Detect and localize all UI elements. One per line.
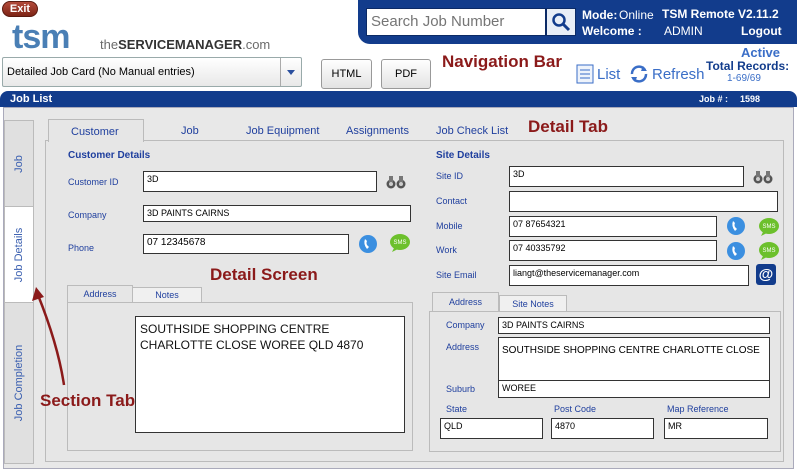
tab-customer[interactable]: Customer <box>48 119 144 142</box>
side-tab-label: Job Details <box>13 227 25 283</box>
search-job-input-wrapper[interactable] <box>366 8 546 36</box>
tab-job-equipment[interactable]: Job Equipment <box>246 125 319 137</box>
site-id-label: Site ID <box>436 171 464 181</box>
site-tab-address[interactable]: Address <box>432 292 499 312</box>
svg-text:SMS: SMS <box>393 240 406 246</box>
customer-details-title: Customer Details <box>68 150 151 161</box>
site-mapref-label: Map Reference <box>667 404 729 414</box>
site-work-label: Work <box>436 245 457 255</box>
site-email-field[interactable]: liangt@theservicemanager.com <box>509 265 749 286</box>
site-mapref-field[interactable]: MR <box>664 418 768 439</box>
site-mobile-label: Mobile <box>436 221 463 231</box>
side-tab-job[interactable]: Job <box>4 120 34 208</box>
customer-company-field[interactable]: 3D PAINTS CAIRNS <box>143 205 411 222</box>
site-id-field[interactable]: 3D <box>509 166 744 187</box>
customer-phone-field[interactable]: 07 12345678 <box>143 234 349 254</box>
annotation-arrow <box>32 287 66 386</box>
site-state-field[interactable]: QLD <box>440 418 543 439</box>
total-records-value: 1-69/69 <box>727 73 761 84</box>
phone-icon[interactable] <box>358 234 378 254</box>
chevron-down-icon[interactable] <box>280 58 301 86</box>
address-line: CHARLOTTE CLOSE WOREE QLD 4870 <box>140 338 364 352</box>
pdf-button[interactable]: PDF <box>381 59 431 89</box>
welcome-user: ADMIN <box>664 24 703 38</box>
site-mobile-field[interactable]: 07 87654321 <box>509 216 717 237</box>
job-number-label: Job # : <box>699 94 729 104</box>
side-tab-label: Job Completion <box>13 344 25 422</box>
report-select-value: Detailed Job Card (No Manual entries) <box>7 66 195 78</box>
app-version: TSM Remote V2.11.2 <box>662 7 779 21</box>
address-line: SOUTHSIDE SHOPPING CENTRE <box>140 322 330 336</box>
site-details-title: Site Details <box>436 150 490 161</box>
sms-icon[interactable]: SMS <box>389 233 411 253</box>
logo-sub: theSERVICEMANAGER.com <box>100 37 271 52</box>
customer-id-field[interactable]: 3D <box>143 171 377 192</box>
site-suburb-field[interactable]: WOREE <box>498 380 770 398</box>
site-postcode-field[interactable]: 4870 <box>551 418 654 439</box>
annotation-detail-screen: Detail Screen <box>210 265 318 284</box>
tab-job[interactable]: Job <box>181 125 199 137</box>
total-records-label: Total Records: <box>706 59 790 73</box>
site-suburb-label: Suburb <box>446 384 476 394</box>
sms-icon[interactable]: SMS <box>758 217 780 237</box>
phone-icon[interactable] <box>726 216 746 236</box>
site-contact-field[interactable] <box>509 191 778 212</box>
search-icon <box>552 13 571 32</box>
search-job-input[interactable] <box>367 9 545 33</box>
html-button[interactable]: HTML <box>321 59 372 89</box>
phone-icon[interactable] <box>726 241 746 261</box>
report-type-select[interactable]: Detailed Job Card (No Manual entries) <box>2 57 302 87</box>
annotation-detail-tab: Detail Tab <box>528 117 608 136</box>
svg-text:SMS: SMS <box>762 248 775 254</box>
exit-button[interactable]: Exit <box>2 1 38 17</box>
logout-link[interactable]: Logout <box>741 24 782 38</box>
job-list-bar: Job List Job # : 1598 <box>0 91 797 107</box>
customer-address-textarea[interactable]: SOUTHSIDE SHOPPING CENTRE CHARLOTTE CLOS… <box>135 316 405 433</box>
search-button[interactable] <box>546 8 576 36</box>
tab-label: Customer <box>71 126 119 138</box>
list-link[interactable]: List <box>597 66 620 83</box>
site-email-label: Site Email <box>436 270 477 280</box>
annotation-navigation-bar: Navigation Bar <box>442 52 562 71</box>
refresh-icon[interactable] <box>628 63 650 85</box>
tsm-logo: tsm theSERVICEMANAGER.com <box>8 18 348 58</box>
refresh-link[interactable]: Refresh <box>652 66 705 83</box>
binoculars-icon[interactable] <box>385 174 407 190</box>
binoculars-icon[interactable] <box>752 169 774 185</box>
welcome-label: Welcome : <box>582 24 642 38</box>
site-postcode-label: Post Code <box>554 404 597 414</box>
site-state-label: State <box>446 404 468 414</box>
tab-job-check-list[interactable]: Job Check List <box>436 125 508 137</box>
mode-label: Mode: <box>582 8 618 22</box>
sms-icon[interactable]: SMS <box>758 241 780 261</box>
site-work-field[interactable]: 07 40335792 <box>509 240 717 261</box>
customer-phone-label: Phone <box>68 243 95 253</box>
side-tab-label: Job <box>13 155 25 173</box>
annotation-section-tab: Section Tab <box>40 391 136 410</box>
at-icon[interactable]: @ <box>756 264 776 285</box>
status-active: Active <box>741 45 781 60</box>
customer-company-label: Company <box>68 210 107 220</box>
site-company-label: Company <box>446 320 485 330</box>
svg-text:SMS: SMS <box>762 224 775 230</box>
job-list-title: Job List <box>10 93 53 105</box>
tab-assignments[interactable]: Assignments <box>346 125 409 137</box>
site-contact-label: Contact <box>436 196 468 206</box>
mode-value: Online <box>619 8 654 22</box>
site-address-label: Address <box>446 342 480 352</box>
site-address-field[interactable]: SOUTHSIDE SHOPPING CENTRE CHARLOTTE CLOS… <box>498 337 770 381</box>
customer-tab-address[interactable]: Address <box>67 285 133 303</box>
job-number-value: 1598 <box>740 94 761 104</box>
list-icon[interactable] <box>576 64 594 84</box>
site-company-field[interactable]: 3D PAINTS CAIRNS <box>498 317 770 334</box>
logo-main: tsm <box>12 18 70 56</box>
customer-id-label: Customer ID <box>68 177 119 187</box>
